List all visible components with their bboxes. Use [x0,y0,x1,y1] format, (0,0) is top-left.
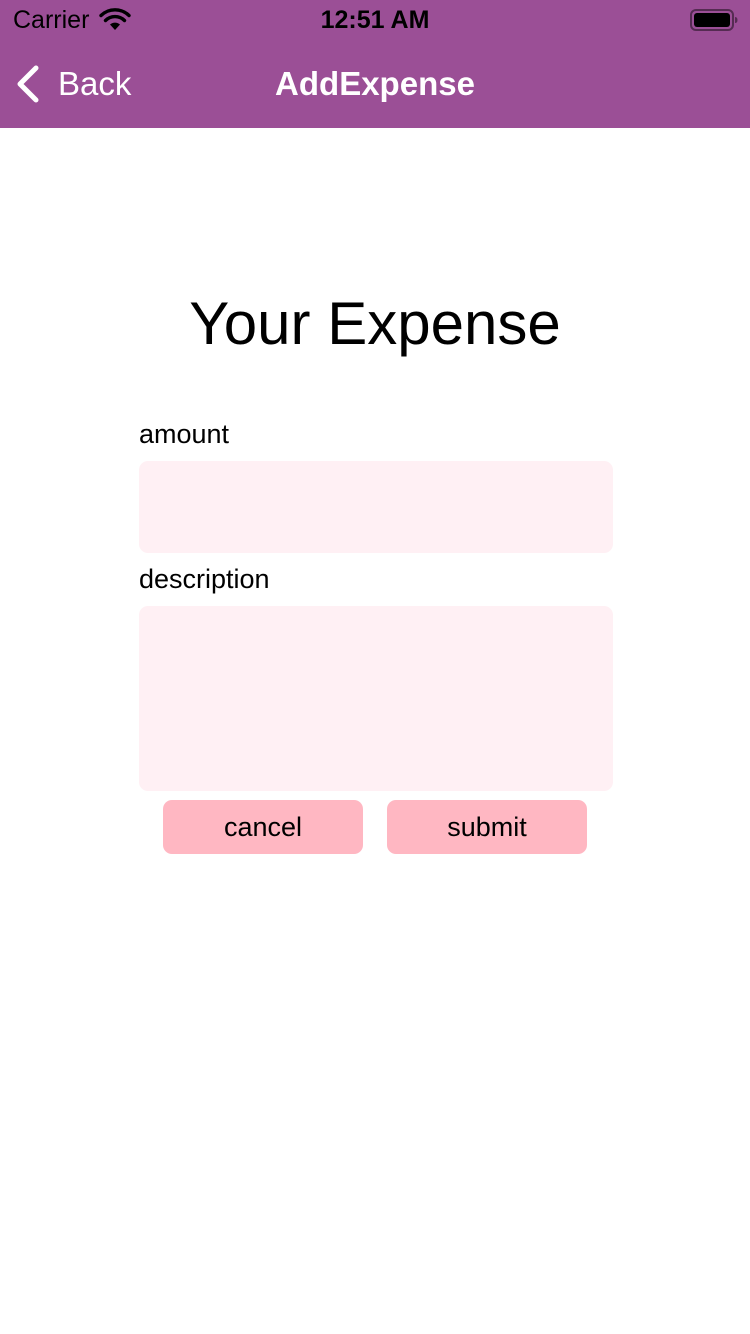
page-title: Your Expense [189,290,561,357]
submit-button[interactable]: submit [387,800,587,854]
description-label: description [139,564,270,594]
battery-icon [690,9,738,31]
amount-label: amount [139,419,230,449]
amount-input[interactable] [139,461,613,553]
cancel-button[interactable]: cancel [163,800,363,854]
clock: 12:51 AM [320,6,430,34]
description-input[interactable] [139,606,613,791]
status-bar: Carrier 12:51 AM [0,0,750,40]
navigation-bar: Back AddExpense [0,40,750,128]
app-header: Carrier 12:51 AM Back AddExpense [0,0,750,128]
nav-title: AddExpense [275,65,475,102]
